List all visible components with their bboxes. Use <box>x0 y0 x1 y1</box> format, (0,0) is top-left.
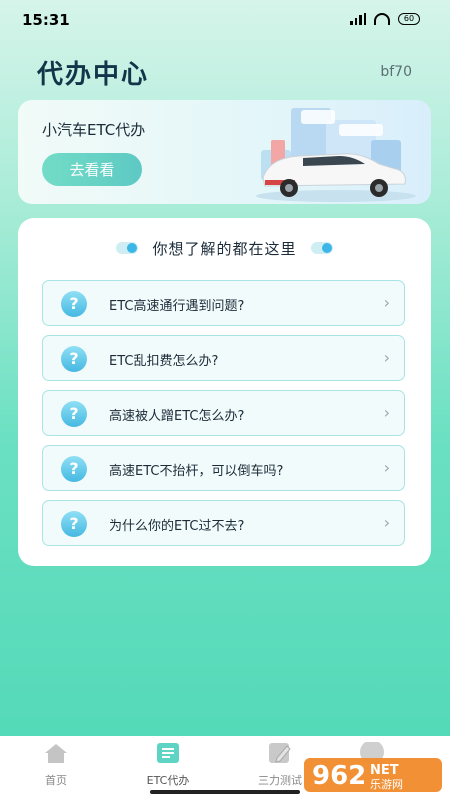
car-illustration-icon <box>256 108 416 202</box>
chevron-right-icon: › <box>383 403 390 422</box>
watermark-logo-icon: 962 NET 乐游网 <box>304 742 442 792</box>
question-icon: ? <box>61 401 87 427</box>
watermark-net: NET <box>370 763 399 778</box>
nav-label: 首页 <box>45 774 67 787</box>
chevron-right-icon: › <box>383 348 390 367</box>
nav-etc[interactable]: ETC代办 <box>118 740 218 788</box>
faq-heading-row: 你想了解的都在这里 <box>18 236 431 260</box>
nav-label: ETC代办 <box>146 774 190 787</box>
status-time: 15:31 <box>22 11 70 29</box>
chevron-right-icon: › <box>383 458 390 477</box>
toggle-decoration-icon <box>116 242 139 254</box>
faq-item[interactable]: ? ETC乱扣费怎么办? › <box>42 335 405 381</box>
faq-heading: 你想了解的都在这里 <box>152 239 297 258</box>
faq-item-text: 高速ETC不抬杆，可以倒车吗? <box>109 464 284 479</box>
toggle-decoration-icon <box>310 242 333 254</box>
banner-title: 小汽车ETC代办 <box>42 121 146 139</box>
edit-icon <box>269 743 291 763</box>
faq-item-text: 为什么你的ETC过不去? <box>109 519 245 534</box>
faq-item-text: 高速被人蹭ETC怎么办? <box>109 409 245 424</box>
question-icon: ? <box>61 456 87 482</box>
question-icon: ? <box>61 291 87 317</box>
faq-item-text: ETC乱扣费怎么办? <box>109 354 219 369</box>
faq-item[interactable]: ? 高速被人蹭ETC怎么办? › <box>42 390 405 436</box>
page-title: 代办中心 <box>37 60 150 90</box>
nav-home[interactable]: 首页 <box>6 740 106 788</box>
chevron-right-icon: › <box>383 293 390 312</box>
chevron-right-icon: › <box>383 513 390 532</box>
watermark-text: 乐游网 <box>370 778 403 791</box>
version-label: bf70 <box>380 64 412 80</box>
wifi-icon <box>374 13 390 25</box>
go-see-button[interactable]: 去看看 <box>42 153 142 186</box>
status-bar: 15:31 60 <box>0 0 450 40</box>
home-icon <box>45 744 67 763</box>
faq-card: 你想了解的都在这里 ? ETC高速通行遇到问题? › ? ETC乱扣费怎么办? … <box>18 218 431 566</box>
watermark-brand: 962 <box>312 761 366 791</box>
faq-item-text: ETC高速通行遇到问题? <box>109 299 245 314</box>
list-icon <box>157 743 179 763</box>
home-indicator[interactable] <box>150 790 300 794</box>
faq-item[interactable]: ? ETC高速通行遇到问题? › <box>42 280 405 326</box>
question-icon: ? <box>61 346 87 372</box>
signal-icon <box>350 13 366 25</box>
etc-banner[interactable]: 小汽车ETC代办 去看看 <box>18 100 431 204</box>
faq-list: ? ETC高速通行遇到问题? › ? ETC乱扣费怎么办? › ? 高速被人蹭E… <box>42 280 407 555</box>
status-icons: 60 <box>350 13 420 25</box>
faq-item[interactable]: ? 高速ETC不抬杆，可以倒车吗? › <box>42 445 405 491</box>
faq-item[interactable]: ? 为什么你的ETC过不去? › <box>42 500 405 546</box>
battery-icon: 60 <box>398 13 420 25</box>
question-icon: ? <box>61 511 87 537</box>
